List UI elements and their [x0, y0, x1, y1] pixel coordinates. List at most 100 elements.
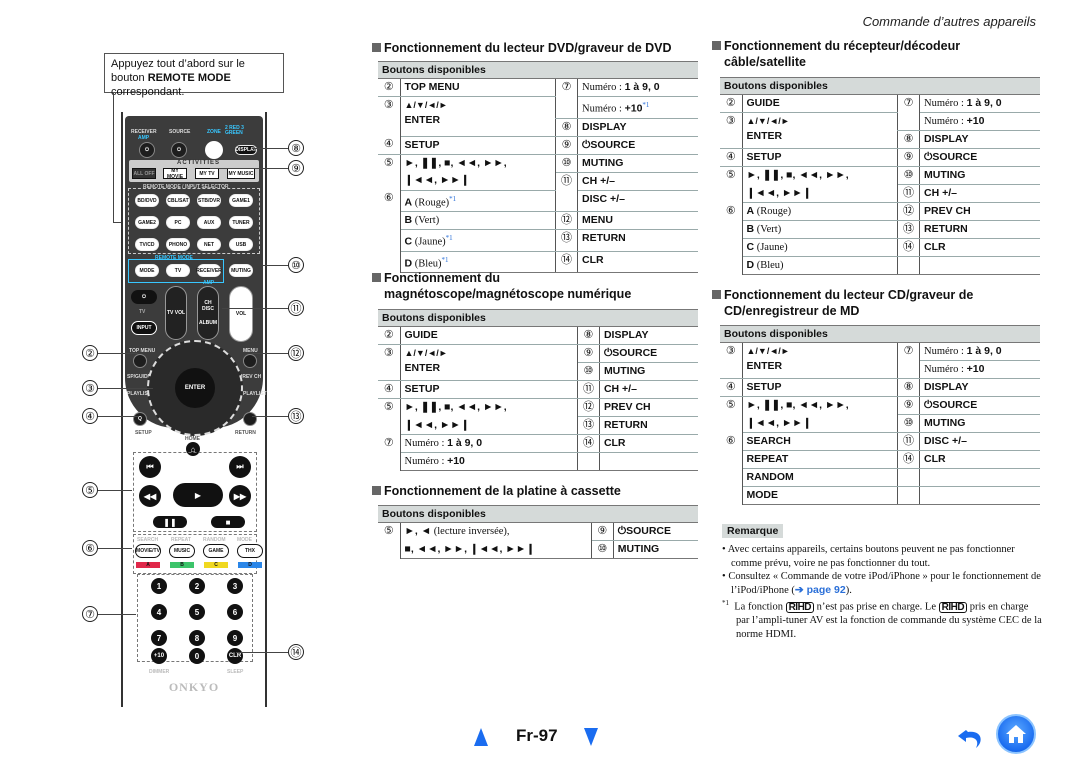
number-3-button[interactable]: 3 [227, 578, 243, 594]
display-button[interactable]: DISPLAY [235, 145, 257, 155]
home-icon[interactable] [996, 714, 1036, 754]
selector-net[interactable]: NET [197, 238, 221, 251]
table-row: ⑤ ►, ❚❚, ■, ◄◄, ►►, ⑩ MUTING [378, 154, 698, 190]
row-num: ② [720, 94, 743, 113]
selector-phono[interactable]: PHONO [166, 238, 190, 251]
row-right: Numéro : +10 [919, 360, 1040, 379]
callout-3: ③ [82, 380, 98, 396]
zone-button[interactable] [205, 141, 223, 159]
stop-button[interactable]: ■ [211, 516, 245, 528]
number-5-button[interactable]: 5 [189, 604, 205, 620]
source-power-button[interactable]: ⏻ [171, 142, 187, 158]
fast-forward-button[interactable]: ▶▶ [229, 485, 251, 507]
page-92-link[interactable]: ➔ page 92 [795, 584, 846, 596]
mode-button[interactable]: MODE [135, 264, 159, 277]
thx-button[interactable]: THX [237, 544, 263, 558]
selector-bd-dvd[interactable]: BD/DVD [135, 194, 159, 207]
vcr-title-line2: magnétoscope/magnétoscope numérique [384, 287, 632, 301]
activities-label: ACTIVITIES [177, 160, 221, 166]
selector-pc[interactable]: PC [166, 216, 190, 229]
color-key-d[interactable]: D [238, 562, 262, 568]
pause-button[interactable]: ❚❚ [153, 516, 187, 528]
all-off-button[interactable]: ALL OFF [132, 168, 156, 179]
row-left: ►, ❚❚, ■, ◄◄, ►►, [742, 396, 899, 415]
receiver-power-button[interactable]: ⏻ [139, 142, 155, 158]
dvd-buttons-table: Boutons disponibles ② TOP MENU ⑦ Numéro : 1… [378, 61, 698, 273]
table-row: RANDOM [720, 468, 1040, 487]
tv-power-button[interactable]: ⏻ [131, 290, 157, 304]
row-num: ③ [720, 112, 743, 149]
next-track-button[interactable]: ⏭ [229, 456, 251, 478]
movie-tv-button[interactable]: MOVIE/TV [135, 544, 161, 558]
number-0-button[interactable]: 0 [189, 648, 205, 664]
number-4-button[interactable]: 4 [151, 604, 167, 620]
number-6-button[interactable]: 6 [227, 604, 243, 620]
table-row: ④ SETUP ⑨ ⏻SOURCE [378, 136, 698, 155]
my-music-button[interactable]: MY MUSIC [227, 168, 255, 179]
selector-usb[interactable]: USB [229, 238, 253, 251]
row-right: Numéro : 1 à 9, 0 [919, 342, 1040, 361]
table-row: Numéro : +10 [378, 452, 698, 471]
receiver-mode-button[interactable]: RECEIVER [196, 264, 222, 277]
selector-stb-dvr[interactable]: STB/DVR [197, 194, 221, 207]
next-page-icon[interactable] [584, 728, 598, 746]
selector-game2[interactable]: GAME2 [135, 216, 159, 229]
setup-label: SETUP [135, 430, 152, 436]
enter-button[interactable]: ENTER [175, 368, 215, 408]
muting-button[interactable]: MUTING [229, 264, 253, 277]
menu-button[interactable] [243, 354, 257, 368]
prev-track-button[interactable]: ⏮ [139, 456, 161, 478]
selector-tuner[interactable]: TUNER [229, 216, 253, 229]
pause-icon: ❚❚ [163, 517, 177, 527]
tv-vol-rocker[interactable]: TV VOL [165, 286, 187, 340]
clr-button[interactable]: CLR [227, 648, 243, 664]
table-row: ⑤ ►, ❚❚, ■, ◄◄, ►►, ⑩ MUTING [720, 166, 1040, 203]
my-tv-button[interactable]: MY TV [195, 168, 219, 179]
plus10-button[interactable]: +10 [151, 648, 167, 664]
row-left: C (Jaune) [742, 238, 899, 257]
row-left: GUIDE [400, 326, 578, 345]
color-key-a[interactable]: A [136, 562, 160, 568]
row-left: ►, ◄ (lecture inversée), [400, 522, 592, 541]
number-9-button[interactable]: 9 [227, 630, 243, 646]
color-key-b[interactable]: B [170, 562, 194, 568]
row-left: ■, ◄◄, ►►, ❙◄◄, ►►❙ [400, 540, 592, 559]
row-num: ⑤ [378, 398, 401, 435]
selector-game1[interactable]: GAME1 [229, 194, 253, 207]
row-num: ④ [378, 136, 401, 155]
back-icon[interactable] [956, 722, 986, 752]
tv-input-button[interactable]: INPUT [131, 321, 157, 335]
previous-page-icon[interactable] [474, 728, 488, 746]
play-icon: ▶ [194, 490, 202, 500]
skip-back-icon: ⏮ [146, 462, 154, 471]
setup-button[interactable]: Q [133, 412, 147, 426]
row-num: ② [378, 78, 401, 97]
color-key-c[interactable]: C [204, 562, 228, 568]
number-8-button[interactable]: 8 [189, 630, 205, 646]
number-7-button[interactable]: 7 [151, 630, 167, 646]
number-1-button[interactable]: 1 [151, 578, 167, 594]
play-button[interactable]: ▶ [173, 483, 223, 507]
selector-aux[interactable]: AUX [197, 216, 221, 229]
tv-mode-button[interactable]: TV [166, 264, 190, 277]
vol-rocker[interactable]: VOL [229, 286, 253, 342]
row-num: ⑧ [555, 118, 579, 137]
direction-pad[interactable]: ENTER [147, 340, 243, 436]
selector-cbl-sat[interactable]: CBL/SAT [166, 194, 190, 207]
table-row: ③ ▲/▼/◄/► ENTER ⑨ ⏻SOURCE [378, 344, 698, 381]
return-button[interactable] [243, 412, 257, 426]
my-movie-button[interactable]: MY MOVIE [163, 168, 187, 180]
ch-disc-rocker[interactable]: CH DISC ALBUM [197, 286, 219, 340]
table-row: ③ ▲/▼/◄/► ENTER Numéro : +10*1 [378, 96, 698, 137]
table-row: ⑤ ►, ◄ (lecture inversée), ⑨ ⏻SOURCE [378, 522, 698, 559]
selector-tv-cd[interactable]: TV/CD [135, 238, 159, 251]
game-button[interactable]: GAME [203, 544, 229, 558]
power-icon: ⏻ [177, 147, 181, 153]
row-num: ⑦ [897, 342, 921, 379]
music-button[interactable]: MUSIC [169, 544, 195, 558]
row-right: DISC +/– [577, 190, 698, 212]
rewind-button[interactable]: ◀◀ [139, 485, 161, 507]
number-2-button[interactable]: 2 [189, 578, 205, 594]
row-num: ⑬ [897, 220, 921, 239]
top-menu-button[interactable] [133, 354, 147, 368]
